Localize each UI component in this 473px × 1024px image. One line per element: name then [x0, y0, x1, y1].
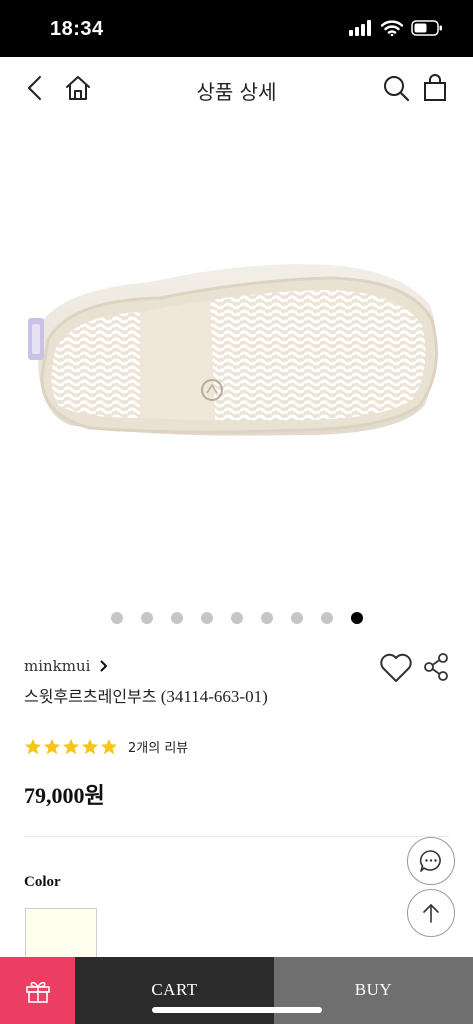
carousel-dot[interactable]: [140, 612, 153, 624]
carousel-dots: [0, 612, 473, 624]
signal-icon: [349, 20, 371, 36]
status-time: 18:34: [50, 18, 104, 40]
chat-icon: [419, 850, 441, 872]
boot-sole-image: [28, 264, 438, 436]
cart-bag-button[interactable]: [418, 71, 452, 105]
chevron-right-icon: [100, 660, 108, 672]
bottom-action-bar: CART BUY: [0, 957, 473, 1024]
scroll-top-button[interactable]: [407, 889, 455, 937]
carousel-dot[interactable]: [350, 612, 363, 624]
nav-bar: 상품 상세: [0, 57, 473, 120]
gift-icon: [25, 981, 50, 1003]
carousel-dot[interactable]: [230, 612, 243, 624]
color-swatch[interactable]: [25, 908, 97, 958]
divider: [24, 836, 449, 837]
status-icons: [349, 20, 443, 36]
share-button[interactable]: [421, 650, 451, 684]
star-icon: [62, 738, 80, 754]
star-icon: [100, 738, 118, 754]
chat-button[interactable]: [407, 837, 455, 885]
share-icon: [424, 653, 448, 681]
search-button[interactable]: [379, 71, 413, 105]
carousel-dot[interactable]: [200, 612, 213, 624]
add-to-cart-button[interactable]: CART: [75, 957, 274, 1024]
color-option-label: Color: [24, 874, 61, 890]
home-indicator: [152, 1007, 322, 1013]
star-rating: [24, 738, 118, 756]
product-name: 스윗후르츠레인부츠 (34114-663-01): [24, 683, 268, 707]
product-name-ko: 스윗후르츠레인부츠: [24, 687, 157, 706]
product-price: 79,000원: [24, 783, 105, 808]
search-icon: [384, 76, 410, 102]
carousel-dot[interactable]: [170, 612, 183, 624]
scroll-top-icon: [423, 904, 439, 923]
carousel-dot[interactable]: [320, 612, 333, 624]
favorite-button[interactable]: [378, 650, 414, 686]
carousel-dot[interactable]: [110, 612, 123, 624]
battery-icon: [411, 20, 442, 36]
wifi-icon: [381, 20, 403, 36]
carousel-dot[interactable]: [290, 612, 303, 624]
star-icon: [81, 738, 99, 754]
carousel-dot[interactable]: [260, 612, 273, 624]
review-count-link[interactable]: 2개의 리뷰: [128, 737, 188, 756]
brand-link[interactable]: minkmui: [24, 657, 108, 675]
brand-name: minkmui: [24, 657, 91, 675]
gift-button[interactable]: [0, 957, 75, 1024]
star-icon: [24, 738, 42, 754]
product-code: (34114-663-01): [160, 687, 268, 706]
shopping-bag-icon: [424, 74, 446, 101]
star-icon: [43, 738, 61, 754]
status-bar: 18:34: [0, 0, 473, 57]
rating-row: 2개의 리뷰: [24, 737, 188, 756]
heart-icon: [380, 653, 412, 682]
buy-now-button[interactable]: BUY: [274, 957, 473, 1024]
product-image[interactable]: [0, 120, 473, 600]
